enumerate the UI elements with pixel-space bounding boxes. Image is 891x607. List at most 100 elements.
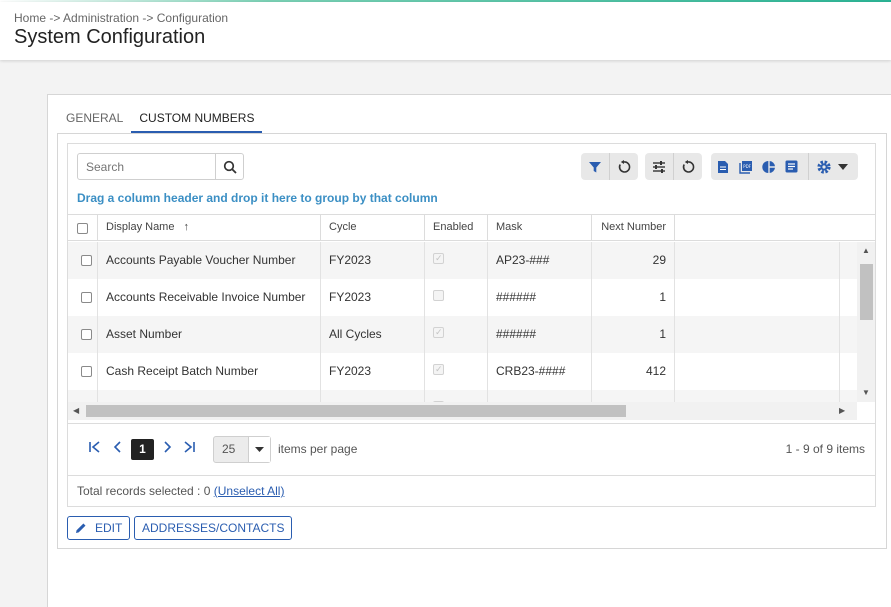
page-size-value: 25: [222, 442, 236, 456]
cell-filler: [675, 242, 840, 279]
horizontal-scroll-thumb[interactable]: [86, 405, 626, 417]
svg-text:PDF: PDF: [743, 164, 751, 169]
selection-summary: Total records selected : 0 (Unselect All…: [68, 475, 875, 506]
settings-menu-button[interactable]: [809, 153, 855, 180]
row-checkbox[interactable]: [81, 292, 92, 303]
column-settings-button[interactable]: [645, 153, 673, 180]
export-document-icon: [717, 160, 728, 173]
columns-toolbar-group: [645, 153, 702, 180]
table-row[interactable]: Customer Code All Cycles ###### 41: [68, 390, 857, 402]
cell-enabled: [425, 316, 488, 353]
column-header-cycle[interactable]: Cycle: [321, 215, 425, 241]
column-header-enabled[interactable]: Enabled: [425, 215, 488, 241]
cell-mask: ######: [488, 279, 592, 316]
row-checkbox-cell: [68, 279, 98, 316]
export-document-button[interactable]: [711, 153, 734, 180]
first-page-button[interactable]: [88, 440, 102, 456]
addresses-contacts-button[interactable]: ADDRESSES/CONTACTS: [134, 516, 293, 540]
search-button[interactable]: [215, 154, 243, 179]
row-checkbox[interactable]: [81, 255, 92, 266]
cell-display-name: Customer Code: [98, 390, 321, 402]
unselect-all-link[interactable]: (Unselect All): [214, 484, 285, 498]
table-row[interactable]: Accounts Receivable Invoice Number FY202…: [68, 279, 857, 316]
cell-filler: [675, 353, 840, 390]
row-checkbox-cell: [68, 242, 98, 279]
column-header-next-number[interactable]: Next Number: [592, 215, 675, 241]
tab-general[interactable]: GENERAL: [58, 107, 131, 133]
scroll-left-arrow-icon[interactable]: ◀: [73, 406, 79, 415]
edit-button[interactable]: EDIT: [67, 516, 131, 540]
reset-columns-button[interactable]: [674, 153, 702, 180]
chart-button[interactable]: [757, 153, 780, 180]
column-header-mask[interactable]: Mask: [488, 215, 592, 241]
cell-cycle: FY2023: [321, 279, 425, 316]
horizontal-scrollbar[interactable]: ◀ ▶: [68, 402, 857, 420]
chevron-left-icon: [113, 441, 121, 453]
export-pdf-icon: PDF: [738, 160, 752, 174]
cell-enabled: [425, 353, 488, 390]
items-per-page-label: items per page: [278, 442, 358, 456]
vertical-scrollbar[interactable]: ▲ ▼: [857, 242, 875, 402]
search-box: [77, 153, 244, 180]
cell-enabled: [425, 279, 488, 316]
previous-page-button[interactable]: [113, 440, 123, 456]
table-row[interactable]: Accounts Payable Voucher Number FY2023 A…: [68, 242, 857, 279]
select-all-checkbox[interactable]: [77, 222, 88, 234]
scroll-right-arrow-icon[interactable]: ▶: [839, 406, 845, 415]
reset-columns-icon: [682, 159, 695, 173]
row-checkbox-cell: [68, 390, 98, 402]
scroll-up-arrow-icon[interactable]: ▲: [862, 246, 870, 255]
page-size-dropdown[interactable]: 25: [213, 436, 271, 463]
enabled-checkbox: [433, 290, 444, 301]
cell-mask: AP23-###: [488, 242, 592, 279]
page-title: System Configuration: [14, 26, 206, 48]
reset-filter-icon: [618, 159, 631, 173]
data-grid: Display Name ↑ Cycle Enabled Mask Next N…: [68, 214, 875, 423]
cell-next-number: 29: [592, 242, 675, 279]
current-page-number[interactable]: 1: [131, 439, 154, 460]
table-row[interactable]: Asset Number All Cycles ###### 1: [68, 316, 857, 353]
cell-cycle: All Cycles: [321, 316, 425, 353]
custom-numbers-grid-card: PDF: [67, 143, 876, 507]
cell-enabled: [425, 242, 488, 279]
addresses-contacts-label: ADDRESSES/CONTACTS: [142, 521, 285, 535]
vertical-scroll-thumb[interactable]: [860, 264, 873, 320]
column-header-label: Display Name: [106, 221, 175, 233]
column-header-display-name[interactable]: Display Name ↑: [98, 215, 321, 241]
chart-icon: [761, 160, 775, 173]
reset-filter-button[interactable]: [610, 153, 638, 180]
page-header: Home -> Administration -> Configuration …: [0, 2, 891, 60]
cell-display-name: Accounts Receivable Invoice Number: [98, 279, 321, 316]
tab-content: PDF: [57, 133, 887, 549]
table-row[interactable]: Cash Receipt Batch Number FY2023 CRB23-#…: [68, 353, 857, 390]
next-page-button[interactable]: [162, 440, 172, 456]
cell-filler: [675, 316, 840, 353]
chevron-right-icon: [164, 441, 172, 453]
last-page-button[interactable]: [182, 440, 196, 456]
enabled-checkbox: [433, 325, 444, 339]
enabled-checkbox: [433, 251, 444, 265]
cell-cycle: FY2023: [321, 242, 425, 279]
scroll-down-arrow-icon[interactable]: ▼: [862, 388, 870, 397]
group-by-drop-zone[interactable]: Drag a column header and drop it here to…: [77, 191, 438, 205]
row-checkbox[interactable]: [81, 366, 92, 377]
filter-button[interactable]: [581, 153, 609, 180]
search-input[interactable]: [78, 154, 215, 179]
edit-button-label: EDIT: [95, 521, 123, 535]
report-icon: [785, 160, 798, 173]
row-checkbox[interactable]: [81, 329, 92, 340]
filter-icon: [589, 161, 601, 172]
search-icon: [223, 160, 237, 174]
pencil-icon: [76, 523, 86, 533]
column-settings-icon: [653, 160, 665, 173]
cell-enabled: [425, 390, 488, 402]
report-button[interactable]: [780, 153, 803, 180]
export-pdf-button[interactable]: PDF: [734, 153, 757, 180]
select-all-checkbox-cell: [68, 215, 98, 241]
page-size-toggle[interactable]: [248, 437, 270, 462]
cell-next-number: 1: [592, 279, 675, 316]
breadcrumb[interactable]: Home -> Administration -> Configuration: [14, 11, 228, 25]
tab-custom-numbers[interactable]: CUSTOM NUMBERS: [131, 107, 263, 133]
cell-display-name: Accounts Payable Voucher Number: [98, 242, 321, 279]
row-checkbox-cell: [68, 353, 98, 390]
